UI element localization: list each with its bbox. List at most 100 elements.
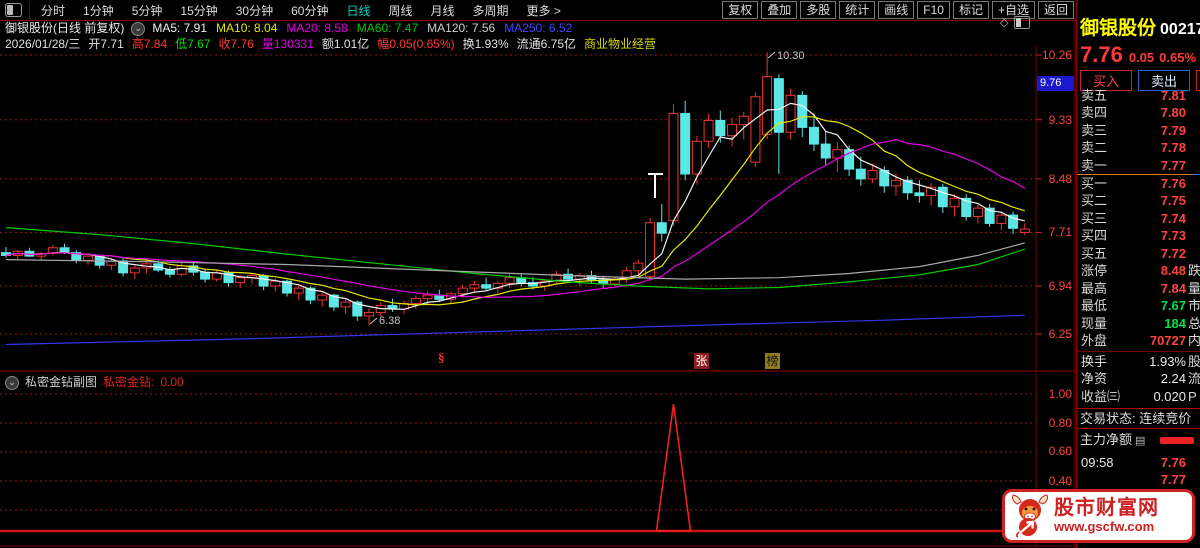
stat-row: 外盘70727内 (1077, 332, 1200, 350)
diamond-icon[interactable]: ◇ (1000, 16, 1008, 29)
order-level-label: 买五 (1081, 245, 1107, 262)
bull-logo-icon (1009, 494, 1051, 538)
stat-next-col-fragment: 量 (1188, 280, 1200, 298)
main-force-bar (1160, 437, 1194, 444)
tool-item-[interactable]: 标记 (953, 1, 989, 19)
watermark-url: www.gscfw.com (1054, 520, 1159, 535)
svg-text:6.38: 6.38 (379, 315, 400, 327)
stat-label: 最高 (1081, 281, 1107, 296)
period-item-[interactable]: 更多 > (527, 2, 561, 19)
info-item: 商业物业经营 (584, 35, 656, 52)
stat-value: 0.020 (1153, 388, 1186, 406)
order-level-price: 7.76 (1161, 175, 1186, 192)
signal-marker[interactable]: § (438, 350, 445, 366)
watermark: 股市财富网 www.gscfw.com (1002, 489, 1195, 543)
tool-item-[interactable]: 复权 (722, 1, 758, 19)
collapse-chevron-icon[interactable]: ⌄ (5, 376, 19, 390)
period-item-[interactable]: 多周期 (473, 2, 509, 19)
period-item-15[interactable]: 15分钟 (180, 2, 217, 19)
order-book-row[interactable]: 买二7.75 (1077, 192, 1200, 209)
period-item-30[interactable]: 30分钟 (236, 2, 273, 19)
info-item: 开7.71 (88, 35, 123, 52)
period-item-[interactable]: 日线 (346, 2, 370, 19)
tool-item-[interactable]: 返回 (1038, 1, 1074, 19)
trade-status: 交易状态: 连续竞价 (1077, 408, 1200, 429)
tool-item-[interactable]: 统计 (839, 1, 875, 19)
period-item-[interactable]: 月线 (431, 2, 455, 19)
stat-next-col-fragment: 总 (1188, 315, 1200, 333)
ma-line-MA5 (6, 103, 1025, 309)
price-axis-label: 8.48 (1038, 172, 1072, 186)
stat-next-col-fragment: 跌 (1188, 262, 1200, 280)
ma-line-MA250 (6, 315, 1025, 344)
ma-legend-item: MA120: 7.56 (427, 21, 495, 35)
main-force-label: 主力净额 (1080, 432, 1132, 447)
order-book-row[interactable]: 买一7.76 (1077, 175, 1200, 192)
stat-next-col-fragment: 市 (1188, 297, 1200, 315)
period-item-1[interactable]: 1分钟 (83, 2, 114, 19)
tick-time: 09:58 (1081, 454, 1114, 471)
sub-indicator-header: ⌄ 私密金钻副图 私密金钻: 0.00 (5, 376, 184, 389)
ma-legend-item: MA5: 7.91 (152, 21, 207, 35)
stat-next-col-fragment: 流 (1188, 370, 1200, 388)
order-book-row[interactable]: 买四7.73 (1077, 227, 1200, 244)
stat-label: 最低 (1081, 298, 1107, 313)
main-force-row[interactable]: 主力净额▤ (1080, 431, 1200, 449)
order-level-label: 买三 (1081, 210, 1107, 227)
event-badge[interactable]: 榜 (765, 353, 780, 369)
stat-value: 7.84 (1161, 280, 1186, 298)
tool-item-[interactable]: 多股 (800, 1, 836, 19)
window-icon[interactable] (5, 3, 22, 17)
sub-axis-label: 1.00 (1038, 387, 1072, 401)
period-item-[interactable]: 周线 (388, 2, 412, 19)
price-axis-highlight: 9.76 (1037, 76, 1074, 91)
ma-lines (6, 103, 1025, 344)
price-change-pct: 0.65% (1159, 50, 1196, 65)
sub-axis-label: 0.60 (1038, 444, 1072, 458)
order-book-row[interactable]: 卖五7.81 (1077, 87, 1200, 104)
info-bar: 2026/01/28/三开7.71高7.84低7.67收7.76量130331额… (5, 35, 656, 52)
order-level-label: 卖五 (1081, 87, 1107, 104)
order-book-row[interactable]: 卖一7.77 (1077, 157, 1200, 174)
info-item: 量130331 (262, 35, 314, 52)
stat-value: 184 (1164, 315, 1186, 333)
stat-row: 最低 7.67市 (1077, 297, 1200, 315)
event-badge[interactable]: 张 (694, 353, 709, 369)
order-book-row[interactable]: 卖二7.78 (1077, 139, 1200, 156)
stat-value: 70727 (1150, 332, 1186, 350)
order-level-price: 7.79 (1161, 122, 1186, 139)
tool-item-F10[interactable]: F10 (917, 1, 950, 19)
order-book-row[interactable]: 卖四7.80 (1077, 104, 1200, 121)
chart-title: 御银股份(日线 前复权) (5, 22, 124, 35)
info-item: 额1.01亿 (322, 35, 369, 52)
price-axis-label: 6.25 (1038, 327, 1072, 341)
period-item-60[interactable]: 60分钟 (291, 2, 328, 19)
order-level-label: 卖二 (1081, 139, 1107, 156)
order-level-price: 7.74 (1161, 210, 1186, 227)
order-level-price: 7.72 (1161, 245, 1186, 262)
period-item-5[interactable]: 5分钟 (132, 2, 163, 19)
collapse-chevron-icon[interactable]: ⌄ (131, 22, 145, 36)
order-book-row[interactable]: 买五 7.72 (1077, 245, 1200, 262)
tool-item-[interactable]: 画线 (878, 1, 914, 19)
tool-item-[interactable]: 叠加 (761, 1, 797, 19)
split-window-icon[interactable] (1014, 16, 1030, 29)
stat-row: 收益㈢0.020P (1077, 388, 1200, 406)
gridlines (0, 55, 1042, 334)
tick-row: 09:587.76 (1077, 454, 1200, 471)
stat-label: 现量 (1081, 316, 1107, 331)
sub-axis-label: 0.40 (1038, 474, 1072, 488)
main-chart[interactable]: 10.306.38 (0, 0, 1076, 548)
order-book-divider (1077, 174, 1200, 175)
stat-value: 7.67 (1161, 297, 1186, 315)
ma-legend-item: MA20: 8.58 (286, 21, 347, 35)
period-item-[interactable]: 分时 (41, 2, 65, 19)
order-book-row[interactable]: 卖三7.79 (1077, 122, 1200, 139)
info-item: 收7.76 (218, 35, 253, 52)
order-book-row[interactable]: 买三 7.74 (1077, 210, 1200, 227)
sub-indicator[interactable] (0, 394, 1036, 531)
stat-value: 1.93% (1149, 353, 1186, 371)
chart-header: 御银股份(日线 前复权) ⌄ MA5: 7.91MA10: 8.04MA20: … (5, 22, 581, 35)
stat-label: 净资 (1081, 371, 1107, 386)
price-axis-label: 7.71 (1038, 225, 1072, 239)
